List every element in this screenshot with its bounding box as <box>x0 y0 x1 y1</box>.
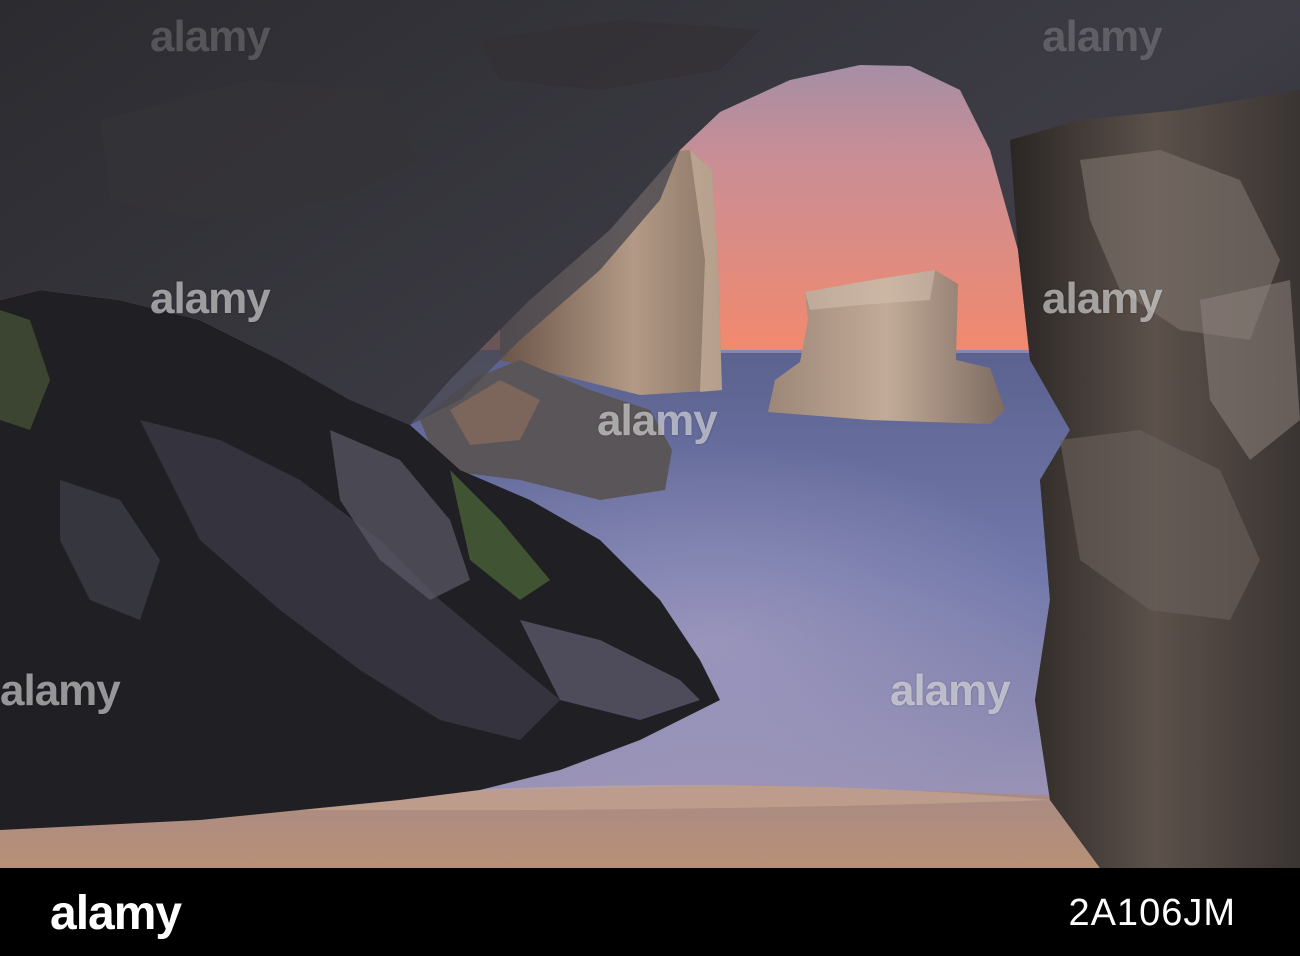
watermark-text: alamy <box>1042 12 1163 61</box>
alamy-logo: alamy <box>50 887 182 940</box>
watermark-text: alamy <box>150 274 271 323</box>
watermark-text: alamy <box>890 666 1011 715</box>
watermark-text: alamy <box>1042 274 1163 323</box>
watermark-text: alamy <box>0 666 121 715</box>
footer-bar: alamy 2A106JM <box>0 868 1300 956</box>
watermark-text: alamy <box>597 396 718 445</box>
image-id: 2A106JM <box>1068 892 1236 934</box>
watermark-text: alamy <box>150 12 271 61</box>
